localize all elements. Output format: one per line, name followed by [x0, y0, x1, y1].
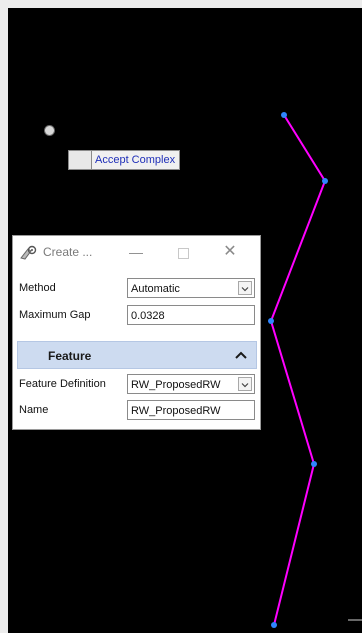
- vertex-point[interactable]: [322, 178, 328, 184]
- cursor-indicator: [44, 125, 55, 136]
- feature-definition-dropdown[interactable]: RW_ProposedRW: [127, 374, 255, 394]
- method-value: Automatic: [131, 283, 180, 295]
- minimize-button[interactable]: —: [126, 242, 146, 262]
- create-complex-dialog: Create ... — ✕ Method Automatic Maximum …: [12, 235, 261, 430]
- maximum-gap-input[interactable]: 0.0328: [127, 305, 255, 325]
- feature-definition-value: RW_ProposedRW: [131, 379, 221, 391]
- close-button[interactable]: ✕: [220, 242, 240, 262]
- accept-complex-prompt: Accept Complex: [68, 150, 181, 170]
- dialog-title: Create ...: [43, 245, 93, 259]
- prompt-icon-slot: [69, 151, 92, 169]
- name-row: Name RW_ProposedRW: [17, 400, 257, 422]
- name-value: RW_ProposedRW: [131, 405, 221, 417]
- chevron-up-icon[interactable]: [235, 351, 247, 359]
- method-dropdown[interactable]: Automatic: [127, 278, 255, 298]
- chevron-down-icon[interactable]: [238, 281, 252, 295]
- feature-definition-label: Feature Definition: [19, 378, 106, 390]
- proposed-rw-polyline[interactable]: [269, 114, 327, 626]
- tool-settings-icon: [20, 245, 37, 260]
- feature-section-header[interactable]: Feature: [17, 341, 257, 369]
- vertex-point[interactable]: [311, 461, 317, 467]
- vertex-point[interactable]: [268, 318, 274, 324]
- maximum-gap-value: 0.0328: [131, 310, 165, 322]
- name-input[interactable]: RW_ProposedRW: [127, 400, 255, 420]
- feature-section-title: Feature: [48, 349, 92, 363]
- maximize-button[interactable]: [173, 242, 193, 262]
- name-label: Name: [19, 404, 49, 416]
- chevron-down-icon[interactable]: [238, 377, 252, 391]
- vertex-point[interactable]: [281, 112, 287, 118]
- vertex-point[interactable]: [271, 622, 277, 628]
- method-label: Method: [19, 282, 56, 294]
- method-row: Method Automatic: [17, 278, 257, 300]
- prompt-text: Accept Complex: [95, 154, 176, 166]
- dialog-titlebar[interactable]: Create ... — ✕: [13, 236, 260, 268]
- maximum-gap-label: Maximum Gap: [19, 309, 91, 321]
- maximum-gap-row: Maximum Gap 0.0328: [17, 305, 257, 327]
- feature-definition-row: Feature Definition RW_ProposedRW: [17, 374, 257, 396]
